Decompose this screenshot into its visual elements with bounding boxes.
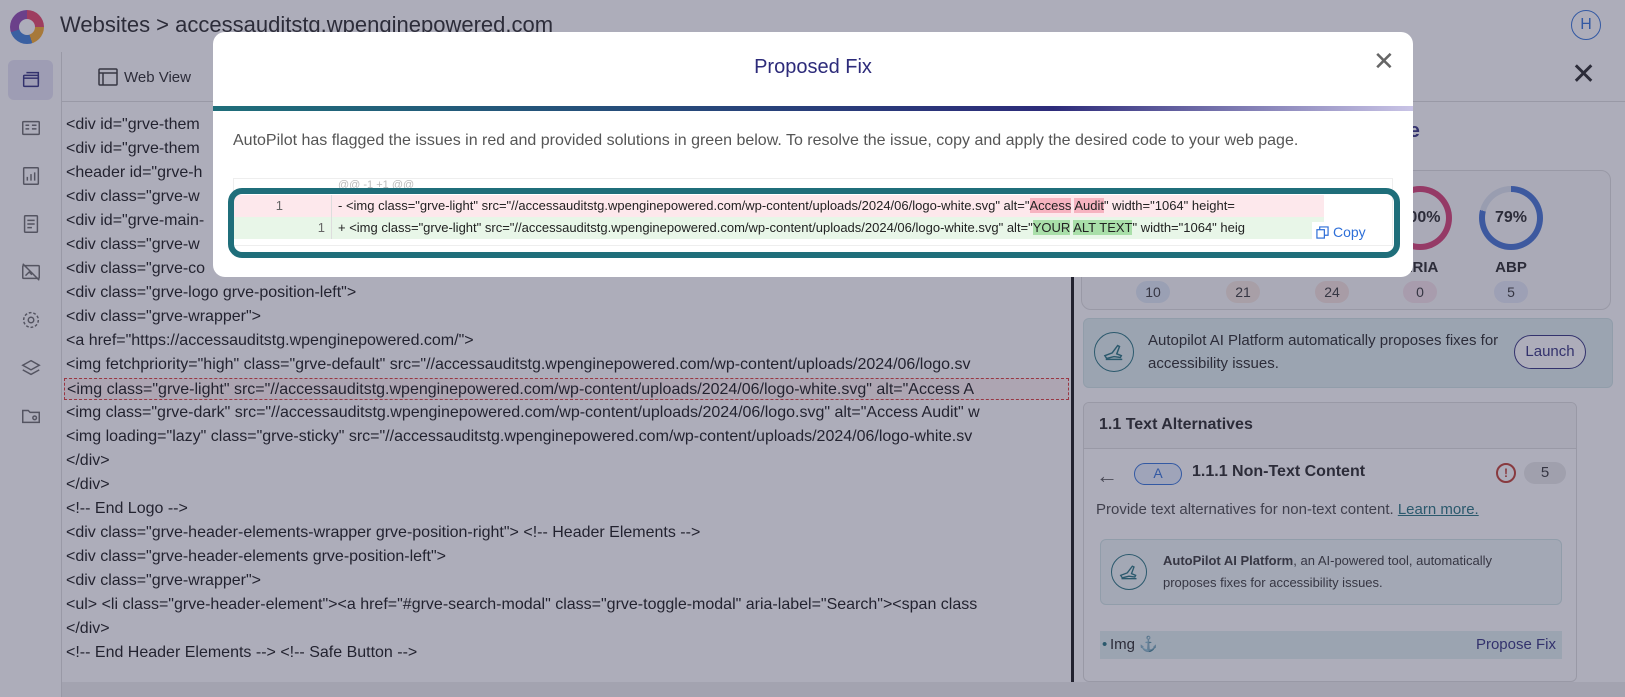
modal-divider bbox=[213, 106, 1413, 111]
close-icon[interactable]: ✕ bbox=[1373, 46, 1395, 77]
modal-intro: AutoPilot has flagged the issues in red … bbox=[233, 132, 1299, 149]
app-root: Websites > accessauditstg.wpenginepowere… bbox=[0, 0, 1625, 697]
diff-highlight-callout bbox=[228, 188, 1400, 258]
modal-title: Proposed Fix bbox=[754, 56, 872, 78]
